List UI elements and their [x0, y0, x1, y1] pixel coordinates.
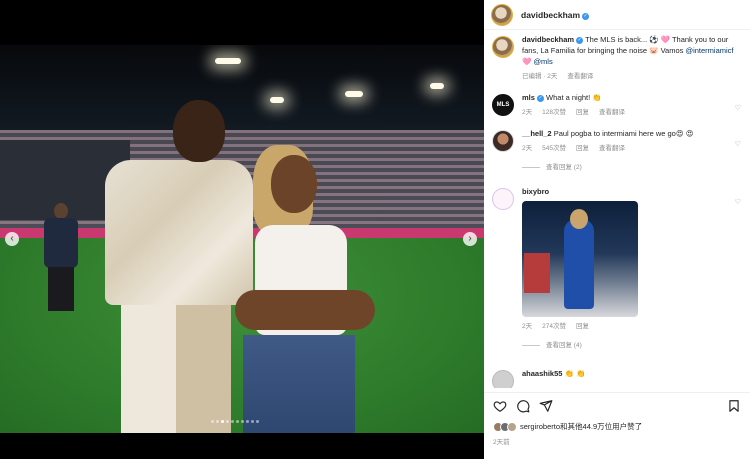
avatar[interactable] — [491, 3, 513, 26]
comment-body: bixybro 2天 274次赞 回复 查看回复 (4) — [522, 186, 742, 368]
mention-link[interactable]: @mls — [533, 57, 552, 66]
caption-meta: 已编辑 · 2天 查看翻译 — [522, 71, 742, 82]
carousel-next-button[interactable]: › — [463, 232, 477, 246]
post-photo[interactable]: ‹ › — [0, 45, 484, 433]
carousel-dot — [221, 420, 224, 423]
comment: bixybro 2天 274次赞 回复 查看回复 (4) ♡ — [484, 186, 750, 368]
share-icon[interactable] — [539, 399, 553, 413]
carousel-dot — [211, 420, 214, 423]
carousel-prev-button[interactable]: ‹ — [5, 232, 19, 246]
post-author-username[interactable]: davidbeckham — [521, 10, 580, 20]
comment-like-heart-icon[interactable]: ♡ — [735, 198, 741, 206]
comment-time: 2天 — [522, 145, 533, 152]
carousel-dot — [226, 420, 229, 423]
post-side-panel: davidbeckham ✓ davidbeckham ✓ The MLS is b… — [484, 0, 750, 459]
comment-body: mls ✓ What a night! 👏 2天 128次赞 回复 查看翻译 — [522, 92, 742, 128]
comment-meta: 2天 545次赞 回复 查看翻译 — [522, 143, 742, 154]
carousel-dot — [246, 420, 249, 423]
replies-divider — [522, 167, 540, 168]
avatar[interactable] — [492, 130, 514, 152]
likes-text[interactable]: sergiroberto和其他44.9万位用户赞了 — [520, 421, 642, 432]
carousel-dot — [241, 420, 244, 423]
stadium-light — [270, 97, 284, 103]
post-author[interactable]: davidbeckham ✓ — [521, 10, 590, 20]
translate-link[interactable]: 查看翻译 — [567, 71, 593, 82]
avatar[interactable] — [492, 188, 514, 210]
action-icons — [493, 399, 553, 413]
avatar[interactable]: MLS — [492, 94, 514, 116]
comment-username[interactable]: __hell_2 — [522, 129, 552, 138]
comment-likes[interactable]: 545次赞 — [542, 143, 566, 154]
comments-list: davidbeckham ✓ The MLS is back... ⚽ 🩷 Tha… — [484, 34, 750, 388]
post-actions: sergiroberto和其他44.9万位用户赞了 2天前 — [484, 392, 750, 459]
comment: MLS mls ✓ What a night! 👏 2天 128次赞 回复 查看翻… — [484, 92, 750, 128]
carousel-dot — [236, 420, 239, 423]
carousel-dot — [251, 420, 254, 423]
comment-image[interactable] — [522, 201, 638, 317]
person-right — [235, 145, 375, 433]
carousel-dot — [231, 420, 234, 423]
carousel-dot — [216, 420, 219, 423]
likes-summary[interactable]: sergiroberto和其他44.9万位用户赞了 — [493, 421, 642, 432]
comment-username[interactable]: mls — [522, 93, 535, 102]
caption-username[interactable]: davidbeckham — [522, 35, 574, 44]
heart-emoji: 🩷 — [522, 57, 532, 66]
verified-badge-icon: ✓ — [536, 95, 544, 102]
caption-edited: 已编辑 · 2天 — [522, 73, 558, 80]
stadium-light — [345, 91, 363, 97]
avatar[interactable] — [492, 370, 514, 388]
view-replies[interactable]: 查看回复 (4) — [522, 340, 742, 351]
liker-avatar — [507, 421, 517, 432]
comment-meta: 2天 274次赞 回复 — [522, 321, 742, 332]
comment-text: Paul pogba to intermiami here we go😍 😍 — [553, 129, 694, 138]
comment-time: 2天 — [522, 109, 533, 116]
avatar[interactable] — [492, 36, 514, 58]
comment-icon[interactable] — [516, 399, 530, 413]
comment-like-heart-icon[interactable]: ♡ — [735, 140, 741, 148]
reply-button[interactable]: 回复 — [576, 321, 589, 332]
comment-meta: 2天 128次赞 回复 查看翻译 — [522, 107, 742, 118]
stadium-light — [430, 83, 444, 89]
comment-likes[interactable]: 128次赞 — [542, 107, 566, 118]
carousel-dots — [211, 420, 259, 423]
comment-text: 👏 👏 — [564, 369, 586, 378]
comment: __hell_2 Paul pogba to intermiami here w… — [484, 128, 750, 186]
comment-username[interactable]: ahaashik55 — [522, 369, 562, 378]
view-replies[interactable]: 查看回复 (2) — [522, 162, 742, 173]
translate-link[interactable]: 查看翻译 — [599, 143, 625, 154]
comment: ahaashik55 👏 👏 — [484, 368, 750, 388]
person-left — [105, 100, 255, 433]
caption: davidbeckham ✓ The MLS is back... ⚽ 🩷 Tha… — [484, 34, 750, 92]
comment-body: ahaashik55 👏 👏 — [522, 368, 742, 388]
verified-badge-icon: ✓ — [576, 37, 584, 44]
caption-body: davidbeckham ✓ The MLS is back... ⚽ 🩷 Tha… — [522, 34, 742, 92]
post-media-area: ‹ › — [0, 0, 484, 459]
comment-time: 2天 — [522, 323, 533, 330]
bookmark-icon[interactable] — [727, 399, 741, 413]
replies-divider — [522, 345, 540, 346]
comment-like-heart-icon[interactable]: ♡ — [735, 104, 741, 112]
post-header: davidbeckham ✓ — [484, 0, 750, 30]
reply-button[interactable]: 回复 — [576, 107, 589, 118]
mention-link[interactable]: @intermiamicf — [685, 46, 733, 55]
post-time: 2天前 — [493, 439, 510, 446]
reply-button[interactable]: 回复 — [576, 143, 589, 154]
translate-link[interactable]: 查看翻译 — [599, 107, 625, 118]
stadium-light — [215, 58, 241, 64]
comment-text: What a night! 👏 — [546, 93, 602, 102]
carousel-dot — [256, 420, 259, 423]
heart-icon[interactable] — [493, 399, 507, 413]
comment-username[interactable]: bixybro — [522, 187, 549, 196]
comment-body: __hell_2 Paul pogba to intermiami here w… — [522, 128, 742, 186]
view-replies-label[interactable]: 查看回复 (4) — [546, 340, 582, 351]
comment-likes[interactable]: 274次赞 — [542, 321, 566, 332]
verified-badge-icon: ✓ — [582, 12, 590, 20]
view-replies-label[interactable]: 查看回复 (2) — [546, 162, 582, 173]
background-person — [42, 203, 80, 313]
